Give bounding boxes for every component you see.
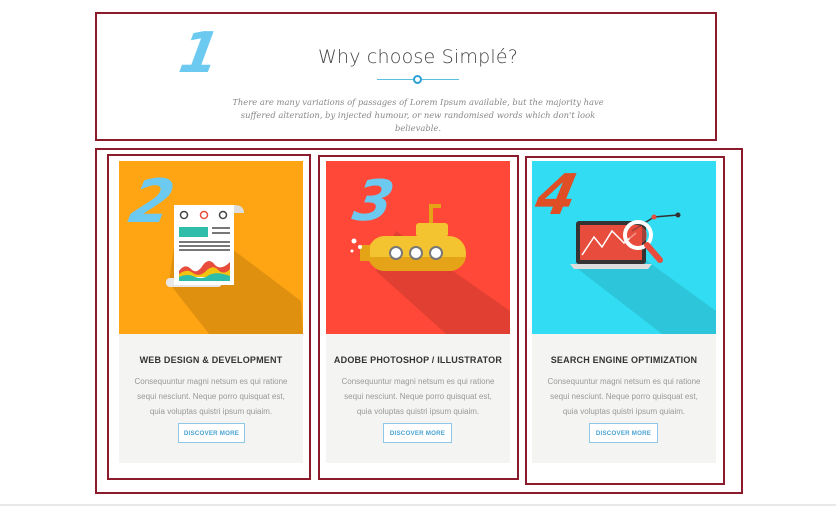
divider-dot-icon — [413, 75, 422, 84]
card-description: Consequuntur magni netsum es qui ratione… — [341, 377, 495, 416]
card-description: Consequuntur magni netsum es qui ratione… — [547, 377, 701, 416]
submarine-icon — [326, 161, 510, 334]
card-title: WEB DESIGN & DEVELOPMENT — [139, 355, 283, 365]
discover-more-button[interactable]: DISCOVER MORE — [383, 423, 452, 443]
title-divider-right — [422, 79, 459, 80]
section-title: Why choose Simplé? — [317, 46, 519, 68]
discover-more-button[interactable]: DISCOVER MORE — [589, 423, 658, 443]
card-title: SEARCH ENGINE OPTIMIZATION — [550, 355, 698, 365]
card-image-photoshop — [326, 161, 510, 334]
discover-more-button[interactable]: DISCOVER MORE — [178, 423, 245, 443]
card-description: Consequuntur magni netsum es qui ratione… — [134, 377, 288, 416]
title-divider-left — [377, 79, 413, 80]
card-title: ADOBE PHOTOSHOP / ILLUSTRATOR — [333, 355, 503, 365]
section-description: There are many variations of passages of… — [232, 97, 604, 133]
